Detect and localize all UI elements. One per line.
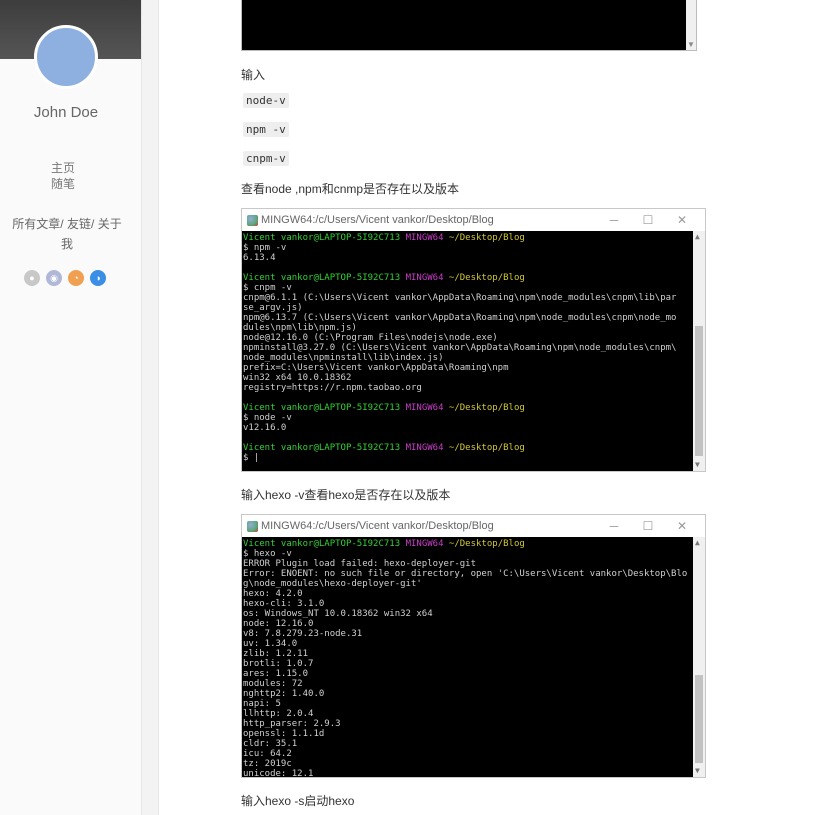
mingw-icon	[247, 520, 258, 532]
scroll-up-icon[interactable]: ▲	[695, 233, 700, 241]
prompt-user: Vicent vankor@LAPTOP-5I92C713	[243, 539, 401, 549]
weibo-icon[interactable]: ◉	[46, 270, 62, 286]
secondary-nav: 所有文章/ 友链/ 关于我	[8, 214, 126, 254]
terminal-title: MINGW64:/c/Users/Vicent vankor/Desktop/B…	[261, 214, 494, 226]
terminal-scrollbar[interactable]: ▼	[686, 0, 696, 50]
code-npm-v: npm -v	[243, 122, 289, 137]
zhihu-icon[interactable]: ◑	[90, 270, 106, 286]
nav-separator: /	[60, 217, 64, 231]
prompt-path: ~/Desktop/Blog	[448, 233, 525, 243]
paragraph-hexo-start: 输入hexo -s启动hexo	[241, 794, 355, 808]
prompt-path: ~/Desktop/Blog	[448, 273, 525, 283]
paragraph-input: 输入	[241, 68, 266, 82]
scroll-down-icon[interactable]: ▼	[687, 40, 695, 49]
terminal-output[interactable]: Vicent vankor@LAPTOP-5I92C713 MINGW64 ~/…	[242, 537, 705, 777]
prompt-path: ~/Desktop/Blog	[448, 443, 525, 453]
terminal-scrollbar[interactable]: ▲ ▼	[693, 231, 705, 471]
scroll-down-icon[interactable]: ▼	[695, 767, 700, 775]
maximize-button[interactable]: ☐	[631, 212, 665, 228]
command-output: cnpm@6.1.1 (C:\Users\Vicent vankor\AppDa…	[243, 293, 677, 393]
nav-friends[interactable]: 友链	[67, 217, 91, 231]
prompt-path: ~/Desktop/Blog	[448, 539, 525, 549]
minimize-button[interactable]: ─	[597, 212, 631, 228]
avatar[interactable]	[34, 25, 98, 89]
command-line: $ cnpm -v	[243, 283, 292, 293]
author-name: John Doe	[33, 104, 99, 121]
scrollbar-thumb[interactable]	[695, 675, 703, 763]
prompt-shell: MINGW64	[405, 539, 444, 549]
prompt-user: Vicent vankor@LAPTOP-5I92C713	[243, 233, 401, 243]
command-line: $ |	[243, 453, 260, 463]
command-output: 6.13.4	[243, 253, 276, 263]
command-line: $ npm -v	[243, 243, 287, 253]
command-output: v12.16.0	[243, 423, 287, 433]
command-line: $ hexo -v	[243, 549, 292, 559]
nav-separator: /	[91, 217, 95, 231]
code-cnpm-v: cnpm-v	[243, 151, 289, 166]
code-node-v: node-v	[243, 93, 289, 108]
github-icon[interactable]: ●	[24, 270, 40, 286]
terminal-output[interactable]: Vicent vankor@LAPTOP-5I92C713 MINGW64 ~/…	[242, 231, 705, 471]
social-links: ● ◉ ◔ ◑	[24, 270, 106, 286]
terminal-scrollbar[interactable]: ▲ ▼	[693, 537, 705, 777]
scroll-down-icon[interactable]: ▼	[695, 461, 700, 469]
rss-icon[interactable]: ◔	[68, 270, 84, 286]
terminal-titlebar[interactable]: MINGW64:/c/Users/Vicent vankor/Desktop/B…	[242, 209, 705, 231]
prompt-path: ~/Desktop/Blog	[448, 403, 525, 413]
sidebar-divider	[141, 0, 159, 815]
terminal-window-1: MINGW64:/c/Users/Vicent vankor/Desktop/B…	[241, 208, 706, 472]
paragraph-hexo-version: 输入hexo -v查看hexo是否存在以及版本	[241, 488, 451, 502]
window-controls: ─ ☐ ✕	[597, 518, 699, 534]
close-button[interactable]: ✕	[665, 518, 699, 534]
main-nav: 主页 随笔	[0, 160, 126, 192]
terminal-window-2: MINGW64:/c/Users/Vicent vankor/Desktop/B…	[241, 514, 706, 778]
prompt-shell: MINGW64	[405, 403, 444, 413]
window-controls: ─ ☐ ✕	[597, 212, 699, 228]
mingw-icon	[247, 214, 258, 226]
prompt-user: Vicent vankor@LAPTOP-5I92C713	[243, 403, 401, 413]
command-line: $ node -v	[243, 413, 292, 423]
prompt-shell: MINGW64	[405, 443, 444, 453]
minimize-button[interactable]: ─	[597, 518, 631, 534]
prompt-shell: MINGW64	[405, 273, 444, 283]
terminal-title: MINGW64:/c/Users/Vicent vankor/Desktop/B…	[261, 520, 494, 532]
scroll-up-icon[interactable]: ▲	[695, 539, 700, 547]
nav-all-posts[interactable]: 所有文章	[12, 217, 60, 231]
terminal-fragment: ▼	[241, 0, 697, 51]
nav-home[interactable]: 主页	[0, 160, 126, 176]
sidebar: John Doe 主页 随笔 所有文章/ 友链/ 关于我 ● ◉ ◔ ◑	[0, 0, 141, 815]
maximize-button[interactable]: ☐	[631, 518, 665, 534]
terminal-titlebar[interactable]: MINGW64:/c/Users/Vicent vankor/Desktop/B…	[242, 515, 705, 537]
nav-essays[interactable]: 随笔	[0, 176, 126, 192]
prompt-user: Vicent vankor@LAPTOP-5I92C713	[243, 443, 401, 453]
prompt-shell: MINGW64	[405, 233, 444, 243]
paragraph-check-versions: 查看node ,npm和cnmp是否存在以及版本	[241, 182, 460, 196]
prompt-user: Vicent vankor@LAPTOP-5I92C713	[243, 273, 401, 283]
close-button[interactable]: ✕	[665, 212, 699, 228]
scrollbar-thumb[interactable]	[695, 326, 703, 456]
command-output: ERROR Plugin load failed: hexo-deployer-…	[243, 559, 688, 777]
